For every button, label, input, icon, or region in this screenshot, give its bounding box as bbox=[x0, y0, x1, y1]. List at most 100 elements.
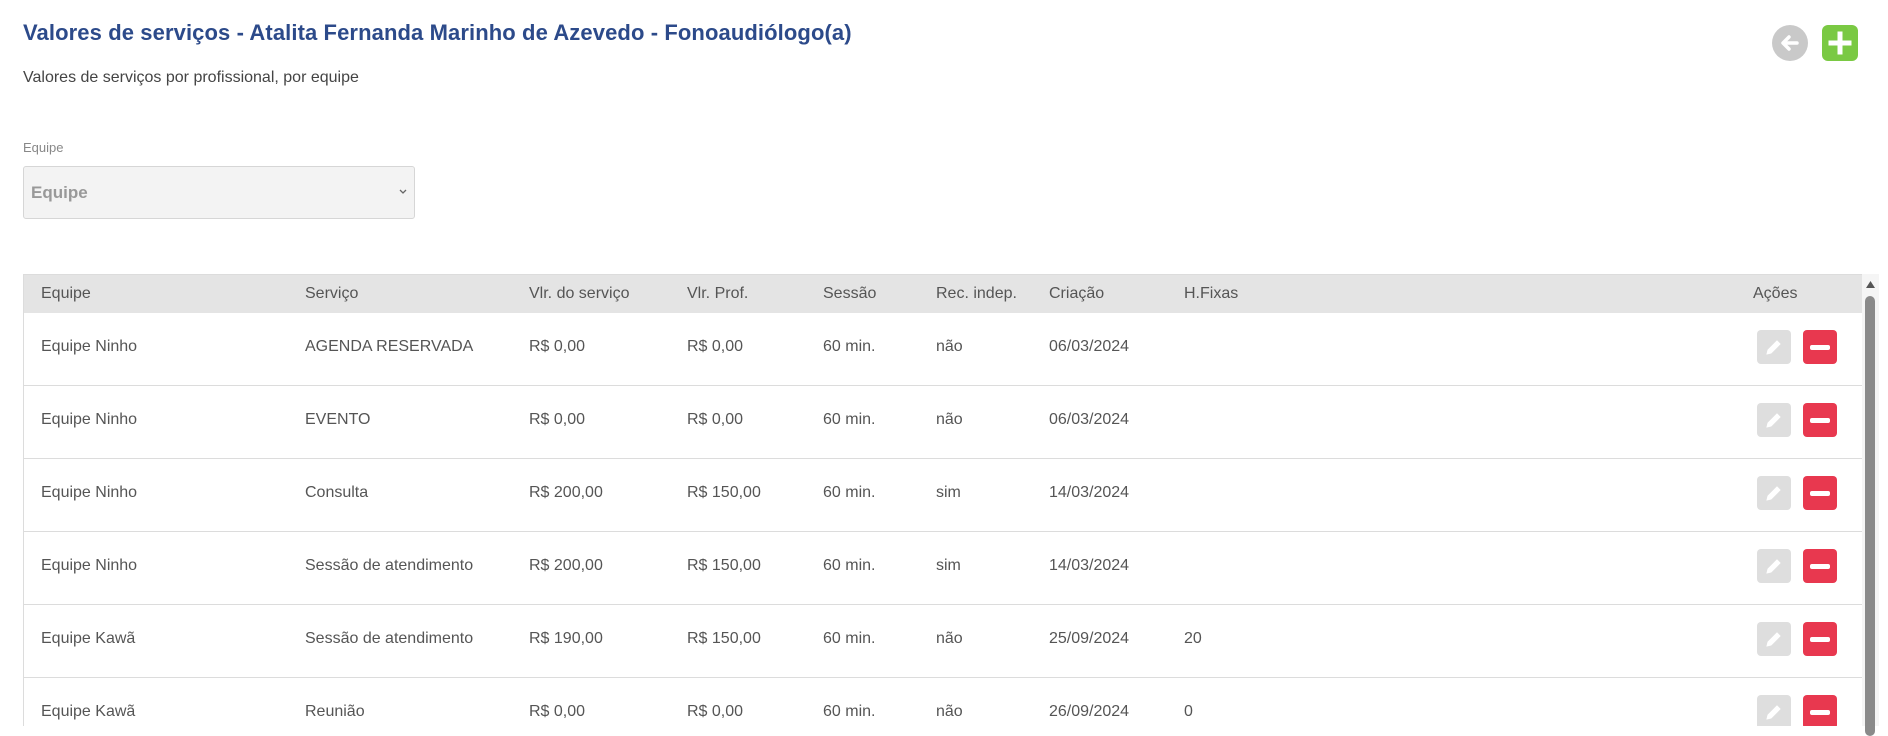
cell-sessao: 60 min. bbox=[823, 484, 876, 501]
plus-icon bbox=[1828, 31, 1852, 55]
column-header-vlr-servico[interactable]: Vlr. do serviço bbox=[529, 285, 629, 303]
minus-icon bbox=[1810, 490, 1830, 496]
cell-vlr-servico: R$ 0,00 bbox=[529, 338, 586, 355]
cell-rec-indep: não bbox=[936, 411, 963, 428]
pencil-icon bbox=[1766, 413, 1781, 428]
cell-vlr-prof: R$ 150,00 bbox=[687, 630, 761, 647]
delete-button[interactable] bbox=[1803, 695, 1837, 726]
pencil-icon bbox=[1766, 559, 1781, 574]
cell-rec-indep: sim bbox=[936, 484, 961, 501]
cell-vlr-servico: R$ 0,00 bbox=[529, 703, 586, 720]
cell-servico: Sessão de atendimento bbox=[305, 557, 474, 574]
row-actions bbox=[1757, 622, 1837, 656]
cell-sessao: 60 min. bbox=[823, 338, 876, 355]
arrow-left-icon bbox=[1781, 35, 1799, 51]
pencil-icon bbox=[1766, 340, 1781, 355]
delete-button[interactable] bbox=[1803, 476, 1837, 510]
edit-button[interactable] bbox=[1757, 403, 1791, 437]
cell-equipe: Equipe Ninho bbox=[41, 484, 138, 501]
cell-criacao: 14/03/2024 bbox=[1049, 557, 1130, 574]
column-header-equipe[interactable]: Equipe bbox=[41, 285, 91, 303]
cell-criacao: 06/03/2024 bbox=[1049, 411, 1130, 428]
column-header-rec-indep[interactable]: Rec. indep. bbox=[936, 285, 1017, 303]
cell-criacao: 06/03/2024 bbox=[1049, 338, 1130, 355]
pencil-icon bbox=[1766, 486, 1781, 501]
cell-criacao: 26/09/2024 bbox=[1049, 703, 1130, 720]
equipe-filter-label: Equipe bbox=[23, 140, 64, 155]
cell-servico: EVENTO bbox=[305, 411, 371, 428]
cell-equipe: Equipe Ninho bbox=[41, 557, 138, 574]
edit-button[interactable] bbox=[1757, 330, 1791, 364]
cell-equipe: Equipe Kawã bbox=[41, 630, 136, 647]
minus-icon bbox=[1810, 636, 1830, 642]
delete-button[interactable] bbox=[1803, 549, 1837, 583]
cell-vlr-servico: R$ 0,00 bbox=[529, 411, 586, 428]
page-actions bbox=[1772, 25, 1858, 61]
column-header-hfixas[interactable]: H.Fixas bbox=[1184, 285, 1238, 303]
cell-rec-indep: sim bbox=[936, 557, 961, 574]
cell-equipe: Equipe Kawã bbox=[41, 703, 136, 720]
column-header-vlr-prof[interactable]: Vlr. Prof. bbox=[687, 285, 748, 303]
edit-button[interactable] bbox=[1757, 549, 1791, 583]
cell-hfixas: 0 bbox=[1184, 703, 1193, 720]
page-title: Valores de serviços - Atalita Fernanda M… bbox=[23, 20, 852, 45]
delete-button[interactable] bbox=[1803, 330, 1837, 364]
table-header: Equipe Serviço Vlr. do serviço Vlr. Prof… bbox=[24, 275, 1862, 313]
pencil-icon bbox=[1766, 705, 1781, 720]
cell-vlr-servico: R$ 200,00 bbox=[529, 557, 603, 574]
scrollbar-thumb[interactable] bbox=[1865, 296, 1875, 736]
cell-rec-indep: não bbox=[936, 630, 963, 647]
equipe-select-value: Equipe bbox=[31, 182, 88, 202]
cell-vlr-prof: R$ 150,00 bbox=[687, 557, 761, 574]
column-header-criacao[interactable]: Criação bbox=[1049, 285, 1104, 303]
pencil-icon bbox=[1766, 632, 1781, 647]
cell-equipe: Equipe Ninho bbox=[41, 411, 138, 428]
cell-vlr-prof: R$ 0,00 bbox=[687, 703, 744, 720]
cell-servico: Reunião bbox=[305, 703, 365, 720]
cell-vlr-prof: R$ 150,00 bbox=[687, 484, 761, 501]
cell-hfixas: 20 bbox=[1184, 630, 1202, 647]
minus-icon bbox=[1810, 709, 1830, 715]
table-row: Equipe Ninho EVENTO R$ 0,00 R$ 0,00 60 m… bbox=[24, 386, 1862, 459]
table-row: Equipe Ninho AGENDA RESERVADA R$ 0,00 R$… bbox=[24, 313, 1862, 386]
cell-criacao: 25/09/2024 bbox=[1049, 630, 1130, 647]
cell-vlr-servico: R$ 200,00 bbox=[529, 484, 603, 501]
row-actions bbox=[1757, 695, 1837, 726]
cell-servico: Consulta bbox=[305, 484, 369, 501]
cell-servico: Sessão de atendimento bbox=[305, 630, 474, 647]
cell-rec-indep: não bbox=[936, 338, 963, 355]
cell-sessao: 60 min. bbox=[823, 411, 876, 428]
table-scrollbar[interactable] bbox=[1862, 274, 1879, 736]
cell-sessao: 60 min. bbox=[823, 557, 876, 574]
cell-equipe: Equipe Ninho bbox=[41, 338, 138, 355]
minus-icon bbox=[1810, 563, 1830, 569]
row-actions bbox=[1757, 476, 1837, 510]
table-row: Equipe Kawã Reunião R$ 0,00 R$ 0,00 60 m… bbox=[24, 678, 1862, 726]
table-row: Equipe Kawã Sessão de atendimento R$ 190… bbox=[24, 605, 1862, 678]
minus-icon bbox=[1810, 344, 1830, 350]
back-button[interactable] bbox=[1772, 25, 1808, 61]
page-subtitle: Valores de serviços por profissional, po… bbox=[23, 69, 359, 86]
cell-vlr-servico: R$ 190,00 bbox=[529, 630, 603, 647]
edit-button[interactable] bbox=[1757, 695, 1791, 726]
minus-icon bbox=[1810, 417, 1830, 423]
cell-servico: AGENDA RESERVADA bbox=[305, 338, 474, 355]
edit-button[interactable] bbox=[1757, 622, 1791, 656]
delete-button[interactable] bbox=[1803, 403, 1837, 437]
delete-button[interactable] bbox=[1803, 622, 1837, 656]
cell-rec-indep: não bbox=[936, 703, 963, 720]
edit-button[interactable] bbox=[1757, 476, 1791, 510]
row-actions bbox=[1757, 549, 1837, 583]
column-header-acoes: Ações bbox=[1753, 285, 1798, 302]
column-header-sessao[interactable]: Sessão bbox=[823, 285, 876, 303]
scroll-up-arrow-icon[interactable] bbox=[1865, 280, 1876, 289]
cell-vlr-prof: R$ 0,00 bbox=[687, 411, 744, 428]
column-header-servico[interactable]: Serviço bbox=[305, 285, 358, 303]
table-row: Equipe Ninho Sessão de atendimento R$ 20… bbox=[24, 532, 1862, 605]
row-actions bbox=[1757, 403, 1837, 437]
equipe-select[interactable]: Equipe bbox=[23, 166, 415, 219]
add-button[interactable] bbox=[1822, 25, 1858, 61]
services-table: Equipe Serviço Vlr. do serviço Vlr. Prof… bbox=[23, 274, 1863, 726]
cell-sessao: 60 min. bbox=[823, 703, 876, 720]
cell-vlr-prof: R$ 0,00 bbox=[687, 338, 744, 355]
